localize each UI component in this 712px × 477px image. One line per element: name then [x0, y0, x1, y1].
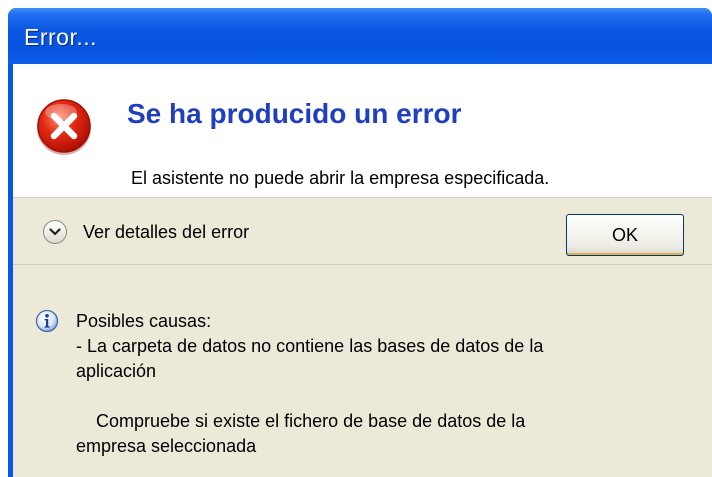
details-toggle[interactable]: Ver detalles del error — [43, 218, 249, 246]
header-panel: Se ha producido un error El asistente no… — [13, 64, 712, 198]
title-bar[interactable]: Error... — [8, 8, 712, 64]
ok-button[interactable]: OK — [566, 214, 684, 256]
error-message: El asistente no puede abrir la empresa e… — [131, 168, 550, 188]
details-toggle-label[interactable]: Ver detalles del error — [83, 222, 249, 243]
error-dialog: Error... Se ha producido un error El asi… — [8, 8, 712, 477]
chevron-down-icon[interactable] — [43, 220, 67, 244]
dialog-body: Se ha producido un error El asistente no… — [13, 64, 712, 477]
possible-causes-text: Posibles causas: - La carpeta de datos n… — [76, 309, 696, 459]
causes-panel: Posibles causas: - La carpeta de datos n… — [13, 265, 712, 477]
error-icon — [35, 98, 93, 156]
causes-title: Posibles causas: — [76, 311, 212, 331]
cause-line: aplicación — [76, 361, 157, 381]
error-heading: Se ha producido un error — [127, 98, 462, 129]
suggestion-line: Compruebe si existe el fichero de base d… — [96, 411, 526, 431]
suggestion-line: empresa seleccionada — [76, 436, 257, 456]
info-icon — [35, 309, 59, 333]
action-bar: Ver detalles del error OK — [13, 198, 712, 265]
cause-line: - La carpeta de datos no contiene las ba… — [76, 336, 544, 356]
window-title: Error... — [24, 24, 98, 50]
